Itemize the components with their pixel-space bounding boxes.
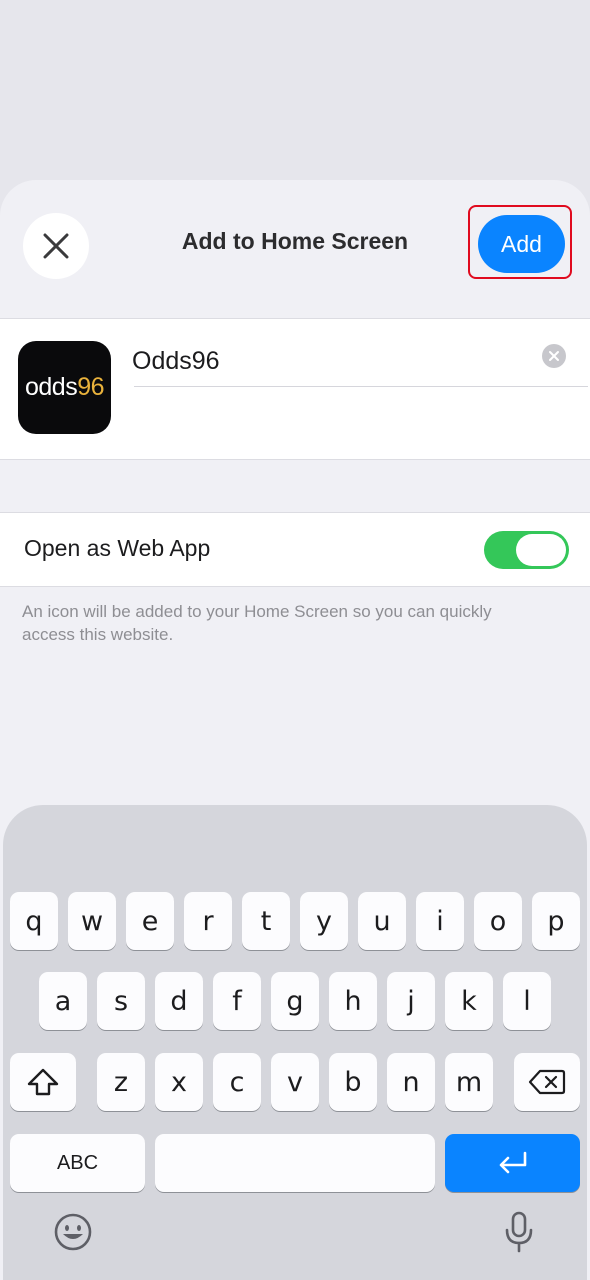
key-y[interactable]: y <box>300 892 348 950</box>
return-key[interactable] <box>445 1134 580 1192</box>
dictation-button[interactable] <box>497 1210 541 1254</box>
return-icon <box>499 1151 526 1174</box>
key-h[interactable]: h <box>329 972 377 1030</box>
key-x[interactable]: x <box>155 1053 203 1111</box>
footnote-text: An icon will be added to your Home Scree… <box>22 602 492 644</box>
app-info-card: odds96 <box>0 318 590 460</box>
open-as-web-app-toggle[interactable] <box>484 531 569 569</box>
key-v[interactable]: v <box>271 1053 319 1111</box>
microphone-icon <box>505 1211 533 1253</box>
space-key[interactable] <box>155 1134 435 1192</box>
shift-key[interactable] <box>10 1053 76 1111</box>
key-m[interactable]: m <box>445 1053 493 1111</box>
key-o[interactable]: o <box>474 892 522 950</box>
key-q[interactable]: q <box>10 892 58 950</box>
app-icon: odds96 <box>18 341 111 434</box>
backspace-icon <box>528 1069 566 1095</box>
clear-icon <box>549 351 559 361</box>
key-p[interactable]: p <box>532 892 580 950</box>
keyboard: q w e r t y u i o p a s d f g h j k l z … <box>3 805 587 1280</box>
key-t[interactable]: t <box>242 892 290 950</box>
close-button[interactable] <box>23 213 89 279</box>
key-i[interactable]: i <box>416 892 464 950</box>
emoji-button[interactable] <box>51 1210 95 1254</box>
add-button[interactable]: Add <box>478 215 565 273</box>
open-as-web-app-label: Open as Web App <box>24 535 211 561</box>
key-n[interactable]: n <box>387 1053 435 1111</box>
name-input-underline <box>134 386 588 387</box>
shift-icon <box>27 1068 59 1096</box>
key-g[interactable]: g <box>271 972 319 1030</box>
key-c[interactable]: c <box>213 1053 261 1111</box>
key-d[interactable]: d <box>155 972 203 1030</box>
emoji-icon <box>54 1213 92 1251</box>
clear-text-button[interactable] <box>542 344 566 368</box>
key-a[interactable]: a <box>39 972 87 1030</box>
key-e[interactable]: e <box>126 892 174 950</box>
app-icon-logo: odds96 <box>24 373 105 402</box>
key-b[interactable]: b <box>329 1053 377 1111</box>
key-r[interactable]: r <box>184 892 232 950</box>
key-w[interactable]: w <box>68 892 116 950</box>
app-icon-logo-main: odds <box>24 373 78 401</box>
app-name-input[interactable] <box>132 341 522 381</box>
key-k[interactable]: k <box>445 972 493 1030</box>
key-l[interactable]: l <box>503 972 551 1030</box>
open-as-web-app-row: Open as Web App <box>0 512 590 587</box>
close-icon <box>43 233 69 259</box>
app-icon-logo-accent: 96 <box>77 373 105 401</box>
key-s[interactable]: s <box>97 972 145 1030</box>
key-j[interactable]: j <box>387 972 435 1030</box>
key-f[interactable]: f <box>213 972 261 1030</box>
key-u[interactable]: u <box>358 892 406 950</box>
delete-key[interactable] <box>514 1053 580 1111</box>
key-z[interactable]: z <box>97 1053 145 1111</box>
toggle-knob <box>516 534 566 566</box>
abc-key[interactable]: ABC <box>10 1134 145 1192</box>
